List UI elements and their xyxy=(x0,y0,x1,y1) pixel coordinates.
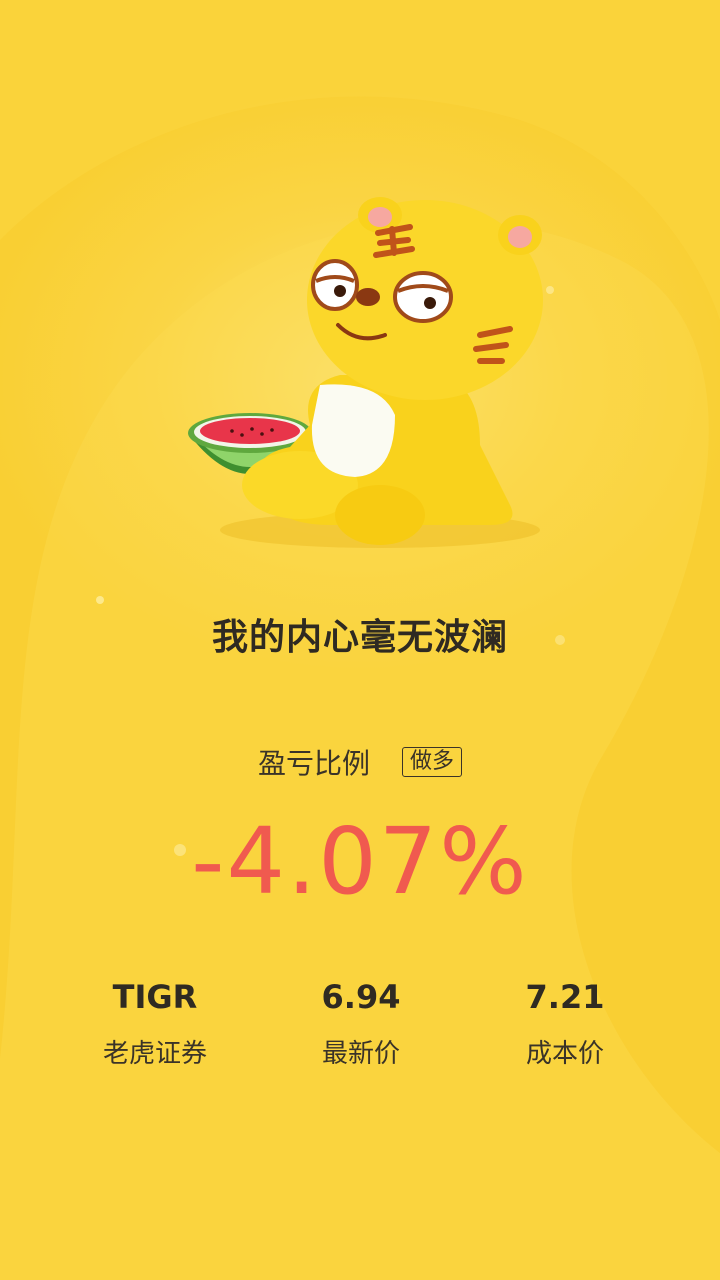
pl-ratio-value: -4.07% xyxy=(191,808,529,915)
stat-cost-price-label: 成本价 xyxy=(525,1039,604,1069)
stat-symbol-value: TIGR xyxy=(112,978,198,1016)
stat-cost-price: 7.21 成本价 xyxy=(465,975,665,1070)
stat-latest-price-value: 6.94 xyxy=(321,978,401,1016)
tiger-mascot-illustration xyxy=(188,197,543,548)
share-card: 我的内心毫无波澜 盈亏比例 做多 -4.07% TIGR 老虎证券 6.94 最… xyxy=(0,0,720,1280)
stat-cost-price-value: 7.21 xyxy=(525,978,605,1016)
pl-ratio-row: 盈亏比例 做多 xyxy=(0,742,720,782)
stats-row: TIGR 老虎证券 6.94 最新价 7.21 成本价 xyxy=(0,975,720,1085)
headline: 我的内心毫无波澜 xyxy=(211,617,508,658)
stat-latest-price-label: 最新价 xyxy=(321,1039,400,1069)
stat-symbol: TIGR 老虎证券 xyxy=(55,975,255,1070)
stat-symbol-label: 老虎证券 xyxy=(102,1039,207,1069)
position-side-badge: 做多 xyxy=(402,747,463,777)
pl-ratio-label: 盈亏比例 xyxy=(257,747,370,780)
stat-latest-price: 6.94 最新价 xyxy=(261,975,461,1070)
